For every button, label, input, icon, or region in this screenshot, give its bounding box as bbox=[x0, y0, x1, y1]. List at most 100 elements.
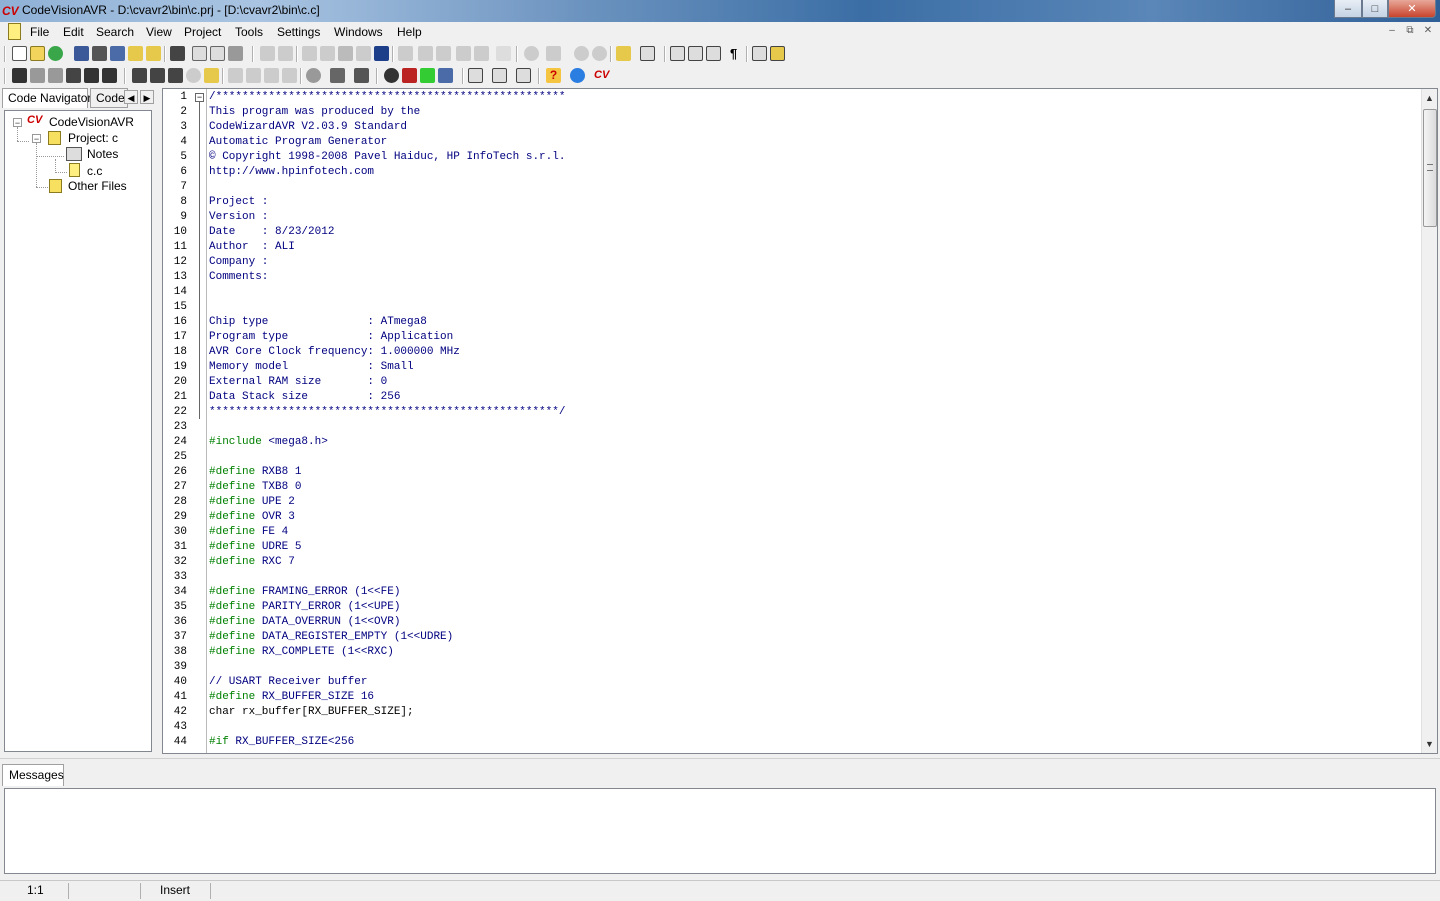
tree-other-files[interactable]: Other Files bbox=[68, 179, 127, 193]
arrange-icon[interactable] bbox=[706, 46, 721, 61]
minimize-button[interactable]: – bbox=[1334, 0, 1362, 18]
info-icon[interactable] bbox=[306, 68, 321, 83]
redo-icon[interactable] bbox=[278, 46, 293, 61]
stop-icon[interactable] bbox=[186, 68, 201, 83]
code-navigator-icon[interactable] bbox=[752, 46, 767, 61]
mdi-minimize-icon[interactable]: – bbox=[1384, 25, 1400, 39]
menu-settings[interactable]: Settings bbox=[277, 25, 320, 39]
panel-divider[interactable] bbox=[0, 758, 1440, 761]
copy-icon[interactable] bbox=[320, 46, 335, 61]
document-icon[interactable] bbox=[8, 23, 21, 40]
reload-icon[interactable] bbox=[48, 46, 63, 61]
project-save-icon[interactable] bbox=[246, 68, 261, 83]
help-icon[interactable]: ? bbox=[546, 68, 561, 83]
debugger-icon[interactable] bbox=[354, 68, 369, 83]
find-in-files-icon[interactable] bbox=[84, 68, 99, 83]
delete-icon[interactable] bbox=[356, 46, 371, 61]
scroll-up-icon[interactable]: ▲ bbox=[1425, 93, 1434, 103]
split-vertical-icon[interactable] bbox=[492, 68, 507, 83]
tab-messages[interactable]: Messages bbox=[2, 764, 64, 786]
settings-gear-icon[interactable] bbox=[384, 68, 399, 83]
editor-vertical-scrollbar[interactable]: ▲ ▼ bbox=[1421, 89, 1437, 753]
collapse-project-icon[interactable]: − bbox=[32, 134, 41, 144]
web-icon[interactable] bbox=[570, 68, 585, 83]
binoculars-icon[interactable] bbox=[170, 46, 185, 61]
bug-icon[interactable] bbox=[402, 68, 417, 83]
clear-bookmarks-icon[interactable] bbox=[592, 46, 607, 61]
run-icon[interactable] bbox=[204, 68, 219, 83]
close-all-icon[interactable] bbox=[146, 46, 161, 61]
unindent-icon[interactable] bbox=[436, 46, 451, 61]
cut-icon[interactable] bbox=[302, 46, 317, 61]
maximize-button[interactable]: □ bbox=[1362, 0, 1388, 18]
check-syntax-icon[interactable] bbox=[132, 68, 147, 83]
chip-programmer-icon[interactable] bbox=[420, 68, 435, 83]
next-bookmark-icon[interactable] bbox=[546, 46, 561, 61]
pilcrow-icon[interactable]: ¶ bbox=[730, 46, 745, 61]
project-configure-icon[interactable] bbox=[282, 68, 297, 83]
tree-file-c[interactable]: c.c bbox=[87, 164, 102, 178]
close-button[interactable]: ✕ bbox=[1388, 0, 1436, 18]
new-file-icon[interactable] bbox=[12, 46, 27, 61]
case-icon[interactable] bbox=[496, 46, 511, 61]
menu-tools[interactable]: Tools bbox=[235, 25, 263, 39]
page-setup-icon[interactable] bbox=[210, 46, 225, 61]
tree-notes[interactable]: Notes bbox=[87, 147, 118, 161]
tab-code-navigator[interactable]: Code Navigator bbox=[2, 88, 91, 108]
comment-icon[interactable] bbox=[456, 46, 471, 61]
replace-in-files-icon[interactable] bbox=[102, 68, 117, 83]
save-all-icon[interactable] bbox=[92, 46, 107, 61]
undo-icon[interactable] bbox=[260, 46, 275, 61]
tree-project[interactable]: Project: c bbox=[68, 131, 118, 145]
tab-scroll-right-icon[interactable]: ▶ bbox=[140, 90, 154, 104]
menu-view[interactable]: View bbox=[146, 25, 172, 39]
tab-scroll-left-icon[interactable]: ◀ bbox=[124, 90, 138, 104]
print-preview-icon[interactable] bbox=[192, 46, 207, 61]
cascade-icon[interactable] bbox=[688, 46, 703, 61]
print-icon[interactable] bbox=[228, 46, 243, 61]
code-wizard-icon[interactable] bbox=[330, 68, 345, 83]
menu-project[interactable]: Project bbox=[184, 25, 221, 39]
menu-help[interactable]: Help bbox=[397, 25, 422, 39]
mdi-restore-icon[interactable]: ⧉ bbox=[1402, 25, 1418, 39]
menu-file[interactable]: File bbox=[30, 25, 49, 39]
toggle-bookmark-icon[interactable] bbox=[524, 46, 539, 61]
goto-line-icon[interactable] bbox=[616, 46, 631, 61]
close-file-icon[interactable] bbox=[128, 46, 143, 61]
match-brace-icon[interactable] bbox=[640, 46, 655, 61]
about-cv-icon[interactable]: CV bbox=[594, 68, 609, 83]
save-icon[interactable] bbox=[74, 46, 89, 61]
tile-icon[interactable] bbox=[670, 46, 685, 61]
menu-search[interactable]: Search bbox=[96, 25, 134, 39]
fold-toggle-icon[interactable]: − bbox=[195, 93, 204, 102]
project-open-icon[interactable] bbox=[228, 68, 243, 83]
find-icon[interactable] bbox=[12, 68, 27, 83]
replace-icon[interactable] bbox=[66, 68, 81, 83]
scrollbar-thumb[interactable] bbox=[1423, 109, 1437, 227]
messages-window-icon[interactable] bbox=[770, 46, 785, 61]
tab-code[interactable]: Code bbox=[90, 88, 128, 108]
project-close-icon[interactable] bbox=[264, 68, 279, 83]
split-horizontal-icon[interactable] bbox=[516, 68, 531, 83]
code-editor[interactable]: − ▲ ▼ 1 /********************************… bbox=[162, 88, 1438, 754]
terminal-icon[interactable] bbox=[438, 68, 453, 83]
tree-root[interactable]: CodeVisionAVR bbox=[49, 115, 134, 129]
print-selection-icon[interactable] bbox=[398, 46, 413, 61]
prev-bookmark-icon[interactable] bbox=[574, 46, 589, 61]
collapse-root-icon[interactable]: − bbox=[13, 118, 22, 128]
uncomment-icon[interactable] bbox=[474, 46, 489, 61]
menu-edit[interactable]: Edit bbox=[63, 25, 84, 39]
save-as-icon[interactable] bbox=[110, 46, 125, 61]
find-prev-icon[interactable] bbox=[48, 68, 63, 83]
menu-windows[interactable]: Windows bbox=[334, 25, 383, 39]
find-next-icon[interactable] bbox=[30, 68, 45, 83]
mdi-close-icon[interactable]: ✕ bbox=[1420, 25, 1436, 39]
window-list-icon[interactable] bbox=[468, 68, 483, 83]
indent-icon[interactable] bbox=[418, 46, 433, 61]
open-file-icon[interactable] bbox=[30, 46, 45, 61]
scroll-down-icon[interactable]: ▼ bbox=[1425, 739, 1434, 749]
make-icon[interactable] bbox=[168, 68, 183, 83]
select-all-icon[interactable] bbox=[374, 46, 389, 61]
compile-icon[interactable] bbox=[150, 68, 165, 83]
paste-icon[interactable] bbox=[338, 46, 353, 61]
